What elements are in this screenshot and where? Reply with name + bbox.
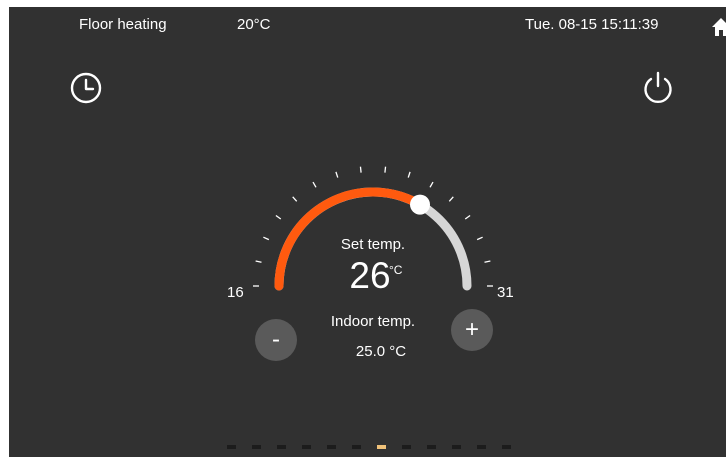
dial-tick	[359, 166, 362, 173]
page-indicator	[9, 445, 726, 451]
page-dot[interactable]	[402, 445, 411, 449]
indoor-temp-value: 25.0 °C	[355, 343, 407, 360]
page-dot-active[interactable]	[377, 445, 386, 449]
dial-tick	[476, 236, 483, 241]
dial-tick	[312, 181, 317, 188]
page-dot[interactable]	[227, 445, 236, 449]
dial-tick	[384, 166, 387, 173]
page-dot[interactable]	[252, 445, 261, 449]
dial-tick	[464, 214, 471, 220]
page-dot[interactable]	[277, 445, 286, 449]
increase-temp-button[interactable]: +	[451, 309, 493, 351]
set-temp-unit: °C	[389, 263, 403, 277]
thermostat-screen: Floor heating 20°C Tue. 08-15 15:11:39 1…	[9, 7, 726, 457]
decrease-temp-button[interactable]: -	[255, 319, 297, 361]
page-dot[interactable]	[452, 445, 461, 449]
dial-tick	[263, 236, 270, 241]
page-dot[interactable]	[302, 445, 311, 449]
min-temp-label: 16	[227, 284, 244, 301]
set-temp-label: Set temp.	[340, 236, 406, 253]
dial-tick	[292, 196, 298, 202]
page-dot[interactable]	[502, 445, 511, 449]
dial-tick	[335, 171, 339, 178]
dial-tick	[484, 260, 491, 263]
dial-tick	[429, 181, 434, 188]
page-dot[interactable]	[327, 445, 336, 449]
page-dot[interactable]	[352, 445, 361, 449]
dial-tick	[448, 196, 454, 202]
indoor-temp-label: Indoor temp.	[330, 313, 416, 330]
temperature-dial[interactable]	[9, 7, 726, 457]
dial-knob[interactable]	[410, 194, 430, 215]
page-dot[interactable]	[427, 445, 436, 449]
max-temp-label: 31	[497, 284, 514, 301]
page-dot[interactable]	[477, 445, 486, 449]
dial-tick	[407, 171, 411, 178]
dial-tick	[275, 214, 282, 220]
dial-tick	[255, 260, 262, 263]
